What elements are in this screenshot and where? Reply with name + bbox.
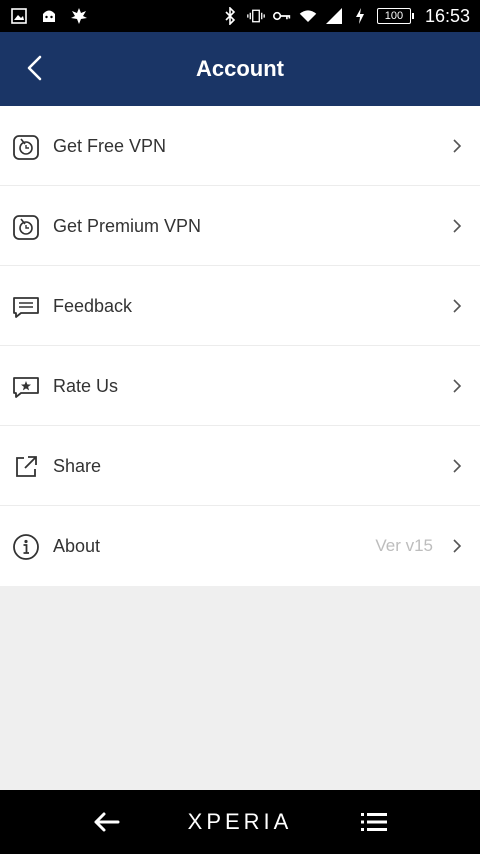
menu-item-label: About [53, 535, 101, 556]
message-icon [12, 293, 40, 321]
charging-icon [351, 7, 369, 25]
chevron-right-icon [450, 298, 464, 314]
wifi-icon [299, 7, 317, 25]
menu-item-rate-us[interactable]: Rate Us [0, 346, 480, 426]
menu-item-label: Feedback [53, 295, 133, 316]
menu-item-get-premium-vpn[interactable]: Get Premium VPN [0, 186, 480, 266]
menu-item-label: Rate Us [53, 375, 119, 396]
nav-menu-button[interactable] [360, 810, 388, 834]
gallery-icon [10, 7, 28, 25]
vpn-shield-icon [12, 213, 40, 241]
brand-logo: XPERIA [187, 809, 293, 834]
vibrate-icon [247, 7, 265, 25]
battery-indicator: 100 [376, 8, 414, 24]
menu-item-share[interactable]: Share [0, 426, 480, 506]
leaf-icon [70, 7, 88, 25]
menu-item-about[interactable]: About Ver v15 [0, 506, 480, 586]
chevron-right-icon [450, 138, 464, 154]
chevron-right-icon [450, 538, 464, 554]
chevron-right-icon [450, 378, 464, 394]
status-bar-left [10, 0, 88, 32]
system-nav-bar: XPERIA [0, 790, 480, 854]
version-value: Ver v15 [375, 536, 433, 555]
menu-item-get-free-vpn[interactable]: Get Free VPN [0, 106, 480, 186]
chevron-right-icon [450, 218, 464, 234]
status-bar-right: 100 16:53 [221, 0, 470, 32]
bluetooth-icon [221, 7, 239, 25]
menu-item-label: Get Free VPN [53, 135, 167, 156]
account-menu: Get Free VPN Get Premium VPN Feedback Ra… [0, 106, 480, 586]
menu-icon [361, 813, 387, 831]
menu-item-label: Get Premium VPN [53, 215, 202, 236]
status-time: 16:53 [424, 5, 470, 26]
menu-item-feedback[interactable]: Feedback [0, 266, 480, 346]
info-icon [12, 533, 40, 561]
menu-item-label: Share [53, 455, 102, 476]
page-title: Account [196, 56, 284, 81]
star-message-icon [12, 373, 40, 401]
signal-icon [325, 7, 343, 25]
android-icon [40, 7, 58, 25]
app-bar: Account [0, 32, 480, 106]
share-icon [12, 453, 40, 481]
vpn-shield-icon [12, 133, 40, 161]
status-bar: 100 16:53 [0, 0, 480, 32]
vpn-key-icon [272, 7, 291, 25]
chevron-right-icon [450, 458, 464, 474]
